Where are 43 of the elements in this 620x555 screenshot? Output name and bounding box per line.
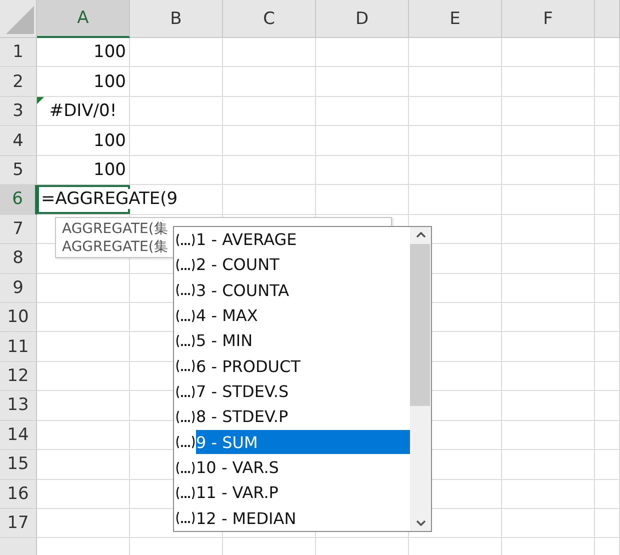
autocomplete-option[interactable]: 1 - AVERAGE bbox=[196, 228, 410, 252]
row-header[interactable]: 13 bbox=[0, 391, 37, 421]
row-header[interactable]: 14 bbox=[0, 420, 37, 450]
autocomplete-option[interactable]: 4 - MAX bbox=[196, 304, 410, 328]
row-header[interactable]: 6 bbox=[0, 185, 37, 215]
autocomplete-option[interactable]: 3 - COUNTA bbox=[196, 278, 410, 302]
row-header[interactable]: 4 bbox=[0, 126, 37, 156]
row-header[interactable]: 10 bbox=[0, 302, 37, 332]
autocomplete-option[interactable]: 5 - MIN bbox=[196, 328, 410, 353]
column-header[interactable]: B bbox=[130, 0, 223, 38]
row-header[interactable]: 12 bbox=[0, 362, 37, 392]
row-header[interactable]: 5 bbox=[0, 156, 37, 186]
table-cell: 100 bbox=[37, 67, 130, 97]
column-header[interactable]: D bbox=[316, 0, 409, 38]
column-header[interactable]: F bbox=[502, 0, 595, 38]
autocomplete-option[interactable]: 2 - COUNT bbox=[196, 252, 410, 277]
row-header[interactable]: 17 bbox=[0, 509, 37, 538]
autocomplete-option[interactable]: 8 - STDEV.P bbox=[196, 404, 410, 429]
row-header[interactable]: 7 bbox=[0, 214, 37, 244]
autocomplete-option[interactable]: 9 - SUM bbox=[196, 430, 410, 454]
autocomplete-option[interactable]: 6 - PRODUCT bbox=[196, 354, 410, 378]
row-header[interactable]: 16 bbox=[0, 480, 37, 509]
row-header[interactable]: 9 bbox=[0, 274, 37, 303]
autocomplete-option[interactable]: 7 - STDEV.S bbox=[196, 380, 410, 404]
row-header[interactable]: 1 bbox=[0, 38, 37, 68]
column-header[interactable]: A bbox=[37, 0, 130, 38]
autocomplete-option[interactable]: 11 - VAR.P bbox=[196, 480, 410, 505]
table-cell: 100 bbox=[37, 156, 130, 186]
column-header[interactable]: E bbox=[409, 0, 502, 38]
syntax-hint: AGGREGATE(集 bbox=[62, 238, 168, 256]
row-header[interactable]: 3 bbox=[0, 96, 37, 126]
cell-formula[interactable]: =AGGREGATE(9 bbox=[41, 189, 178, 210]
syntax-hint: AGGREGATE(集 bbox=[62, 220, 168, 238]
table-cell: 100 bbox=[37, 126, 130, 156]
column-header[interactable]: C bbox=[223, 0, 316, 38]
autocomplete-option[interactable]: 12 - MEDIAN bbox=[196, 506, 410, 530]
table-cell: 100 bbox=[37, 38, 130, 68]
row-header[interactable]: 11 bbox=[0, 332, 37, 362]
row-header[interactable]: 15 bbox=[0, 450, 37, 480]
row-header[interactable]: 8 bbox=[0, 244, 37, 274]
table-cell: #DIV/0! bbox=[37, 96, 130, 126]
autocomplete-option[interactable]: 10 - VAR.S bbox=[196, 456, 410, 480]
row-header[interactable]: 2 bbox=[0, 67, 37, 97]
